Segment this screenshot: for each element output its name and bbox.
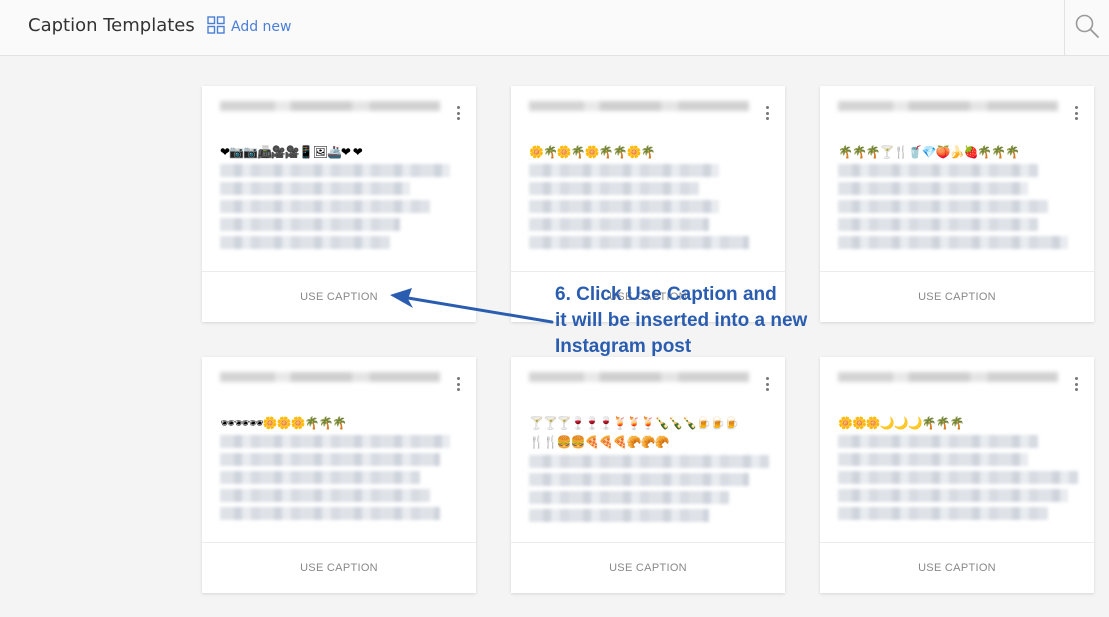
grid-icon xyxy=(207,16,225,38)
use-caption-button[interactable]: USE CAPTION xyxy=(300,291,378,303)
card-title-redacted xyxy=(838,372,1058,382)
caption-emojis-line2: 🍴🍴🍔🍔🍕🍕🍕🥐🥐🥐 xyxy=(529,435,669,449)
use-caption-button[interactable]: USE CAPTION xyxy=(918,562,996,574)
caption-card: 🌼🌼🌼🌙🌙🌙🌴🌴🌴 USE CAPTION xyxy=(820,357,1094,593)
caption-emojis: 🌼🌴🌼🌴🌼🌴🌴🌼🌴 xyxy=(529,145,655,159)
caption-card: 🌴🌴🌴🍸🍴🥤💎🍑🍌🍓🌴🌴🌴 USE CAPTION xyxy=(820,86,1094,322)
annotation-arrow xyxy=(390,288,554,324)
annotation-line-2: it will be inserted into a new xyxy=(555,310,808,331)
more-options-icon[interactable] xyxy=(1074,377,1078,391)
caption-emojis: 🍸🍸🍸🍷🍷🍷🍹🍹🍹🍾🍾🍾🍺🍺🍺 xyxy=(529,416,739,430)
annotation-line-1: 6. Click Use Caption and xyxy=(555,284,777,305)
tutorial-annotation: 6. Click Use Caption and it will be inse… xyxy=(555,282,855,360)
caption-card: 🕶🕶🕶🌼🌼🌼🌴🌴🌴 USE CAPTION xyxy=(202,357,476,593)
add-new-button[interactable]: Add new xyxy=(207,16,292,38)
annotation-line-3: Instagram post xyxy=(555,336,692,357)
card-title-redacted xyxy=(838,101,1058,111)
add-new-label: Add new xyxy=(231,19,292,35)
caption-emojis: 🕶🕶🕶🌼🌼🌼🌴🌴🌴 xyxy=(220,416,347,430)
caption-body-redacted xyxy=(529,164,765,254)
caption-emojis: 🌴🌴🌴🍸🍴🥤💎🍑🍌🍓🌴🌴🌴 xyxy=(838,145,1020,159)
card-title-redacted xyxy=(529,372,749,382)
more-options-icon[interactable] xyxy=(765,106,769,120)
card-title-redacted xyxy=(529,101,749,111)
caption-body-redacted xyxy=(220,435,456,525)
search-button[interactable] xyxy=(1064,0,1109,56)
card-title-redacted xyxy=(220,372,440,382)
use-caption-button[interactable]: USE CAPTION xyxy=(918,291,996,303)
caption-body-redacted xyxy=(220,164,456,254)
top-bar: Caption Templates Add new xyxy=(0,0,1109,56)
use-caption-button[interactable]: USE CAPTION xyxy=(300,562,378,574)
caption-emojis: 🌼🌼🌼🌙🌙🌙🌴🌴🌴 xyxy=(838,416,964,430)
use-caption-button[interactable]: USE CAPTION xyxy=(609,562,687,574)
caption-body-redacted xyxy=(529,455,769,527)
page-title: Caption Templates xyxy=(28,15,195,36)
caption-body-redacted xyxy=(838,435,1078,525)
more-options-icon[interactable] xyxy=(1074,106,1078,120)
more-options-icon[interactable] xyxy=(456,106,460,120)
card-title-redacted xyxy=(220,101,440,111)
caption-body-redacted xyxy=(838,164,1074,254)
caption-emojis: ❤📷📷📠🎥🎥📱🖼🚢❤ ❤ xyxy=(220,145,363,159)
more-options-icon[interactable] xyxy=(765,377,769,391)
search-icon xyxy=(1074,13,1100,43)
caption-card: 🍸🍸🍸🍷🍷🍷🍹🍹🍹🍾🍾🍾🍺🍺🍺 🍴🍴🍔🍔🍕🍕🍕🥐🥐🥐 USE CAPTION xyxy=(511,357,785,593)
more-options-icon[interactable] xyxy=(456,377,460,391)
